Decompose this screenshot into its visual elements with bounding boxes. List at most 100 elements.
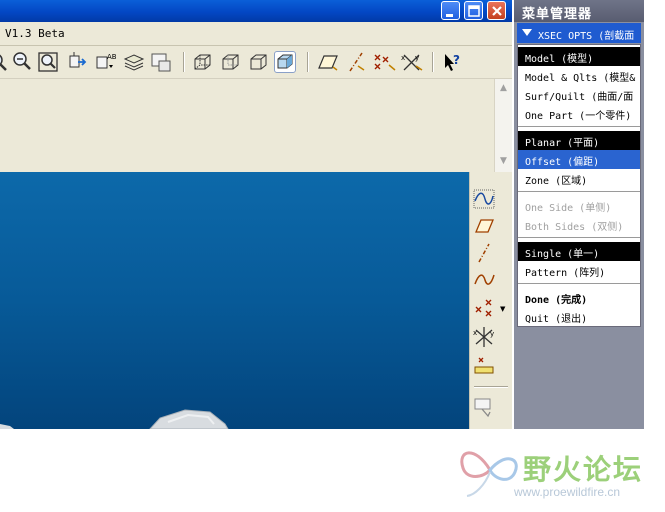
menu-item-model-qlts[interactable]: Model & Qlts (模型& xyxy=(518,66,640,85)
menu-item-one-part[interactable]: One Part (一个零件) xyxy=(518,104,640,123)
toolbar-separator xyxy=(183,52,185,72)
wireframe-icon xyxy=(194,54,211,70)
maximize-icon xyxy=(468,5,480,17)
svg-text:x: x xyxy=(473,329,477,337)
svg-text:y: y xyxy=(490,330,494,338)
menu-item-label: Planar (平面) xyxy=(525,138,600,149)
menu-item-pattern[interactable]: Pattern (阵列) xyxy=(518,261,640,280)
menu-manager-title: 菜单管理器 xyxy=(522,7,593,22)
menu-item-label: Offset (偏距) xyxy=(525,157,600,168)
reorient-button[interactable] xyxy=(66,51,88,73)
shading-icon xyxy=(277,54,293,69)
coordinate-systems-button[interactable]: xy xyxy=(400,51,423,73)
hidden-line-button[interactable] xyxy=(219,51,241,73)
menu-item-label: Single (单一) xyxy=(525,249,600,260)
collapse-triangle-icon[interactable] xyxy=(522,29,532,36)
reorient-icon xyxy=(69,52,87,68)
analysis-icon xyxy=(474,357,494,374)
menu-item-offset[interactable]: Offset (偏距) xyxy=(518,150,640,169)
main-window: V1.3 Beta AB x y ? ▲ ▼ ▼ x y xyxy=(0,0,512,429)
wireframe-button[interactable] xyxy=(191,51,213,73)
model-geometry xyxy=(0,409,229,429)
xsec-opts-label: XSEC OPTS (剖截面 xyxy=(538,31,635,42)
minimize-icon xyxy=(446,14,453,17)
datum-points-button[interactable] xyxy=(372,51,396,73)
watermark-title: 野火论坛 xyxy=(523,453,644,486)
svg-text:AB: AB xyxy=(107,53,116,61)
menu-item-label: Model & Qlts (模型& xyxy=(525,73,636,84)
menu-item-surf-quilt[interactable]: Surf/Quilt (曲面/面 xyxy=(518,85,640,104)
datum-planes-button[interactable] xyxy=(316,51,338,73)
top-toolbar: AB xy ? xyxy=(0,46,512,79)
chevron-down-icon[interactable]: ▼ xyxy=(500,305,505,313)
menu-manager-title-bar: 菜单管理器 xyxy=(514,0,644,22)
analysis-button[interactable] xyxy=(472,354,496,376)
scroll-up-icon[interactable]: ▲ xyxy=(497,82,510,94)
hidden-line-icon xyxy=(222,54,239,70)
datum-plane-icon xyxy=(475,219,494,233)
zoom-partial-icon xyxy=(0,54,7,71)
zoom-out-icon xyxy=(13,52,31,70)
minimize-button[interactable] xyxy=(441,1,460,20)
datum-planes-icon xyxy=(318,55,338,71)
version-bar: V1.3 Beta xyxy=(0,23,512,46)
maximize-button[interactable] xyxy=(464,1,483,20)
close-button[interactable] xyxy=(487,1,506,20)
datum-axes-icon xyxy=(349,52,365,72)
model-display-button[interactable] xyxy=(150,51,172,73)
graphics-viewport[interactable] xyxy=(0,172,469,429)
saved-views-button[interactable]: AB xyxy=(94,51,116,73)
shading-button[interactable] xyxy=(274,51,296,73)
menu-item-planar[interactable]: Planar (平面) xyxy=(518,131,640,150)
context-help-button[interactable]: ? xyxy=(441,51,463,73)
datum-curve-icon xyxy=(474,274,495,285)
menu-separator xyxy=(518,237,640,238)
right-toolbar: ▼ xy xyxy=(469,172,512,429)
menu-item-label: One Part (一个零件) xyxy=(525,111,632,122)
datum-point-button[interactable] xyxy=(472,297,496,319)
menu-manager-panel: 菜单管理器 XSEC OPTS (剖截面 Model (模型) Model & … xyxy=(514,0,644,429)
xsec-opts-header[interactable]: XSEC OPTS (剖截面 xyxy=(517,23,641,43)
saved-views-icon: AB xyxy=(96,53,116,69)
menu-item-one-side: One Side (单侧) xyxy=(518,196,640,215)
menu-item-single[interactable]: Single (单一) xyxy=(518,242,640,261)
zoom-fit-button[interactable] xyxy=(37,51,59,73)
annotation-button[interactable] xyxy=(472,396,496,418)
svg-text:x: x xyxy=(401,54,405,62)
sketch-curve-button[interactable] xyxy=(472,188,496,210)
datum-axes-button[interactable] xyxy=(345,51,367,73)
menu-separator xyxy=(518,283,640,284)
menu-item-label: Surf/Quilt (曲面/面 xyxy=(525,92,634,103)
menu-item-label: Both Sides (双侧) xyxy=(525,222,624,233)
menu-item-quit[interactable]: Quit (退出) xyxy=(518,307,640,326)
menu-item-model[interactable]: Model (模型) xyxy=(518,47,640,66)
version-label: V1.3 Beta xyxy=(5,27,65,40)
model-display-icon xyxy=(151,53,171,72)
message-area xyxy=(0,79,494,172)
zoom-out-button[interactable] xyxy=(11,51,33,73)
zoom-partial-button[interactable] xyxy=(0,51,10,73)
menu-item-done[interactable]: Done (完成) xyxy=(518,288,640,307)
coordinate-system-button[interactable]: xy xyxy=(472,326,496,348)
menu-item-both-sides: Both Sides (双侧) xyxy=(518,215,640,234)
message-scrollbar[interactable]: ▲ ▼ xyxy=(494,79,512,172)
zoom-fit-icon xyxy=(38,52,58,72)
menu-item-zone[interactable]: Zone (区域) xyxy=(518,169,640,188)
menu-item-label: Pattern (阵列) xyxy=(525,268,606,279)
menu-list: Model (模型) Model & Qlts (模型& Surf/Quilt … xyxy=(517,44,641,327)
sketch-curve-icon xyxy=(473,189,495,209)
toolbar-separator xyxy=(432,52,434,72)
datum-plane-button[interactable] xyxy=(472,215,496,237)
no-hidden-button[interactable] xyxy=(247,51,269,73)
datum-curve-button[interactable] xyxy=(472,269,496,291)
annotation-icon xyxy=(474,398,491,418)
scroll-down-icon[interactable]: ▼ xyxy=(497,155,510,167)
watermark-url: www.proewildfire.cn xyxy=(514,485,621,499)
menu-separator xyxy=(518,126,640,127)
svg-text:y: y xyxy=(415,54,419,62)
datum-axis-button[interactable] xyxy=(472,242,496,264)
title-bar xyxy=(0,0,512,22)
layers-icon xyxy=(123,54,145,71)
layers-button[interactable] xyxy=(123,51,145,73)
svg-text:?: ? xyxy=(453,53,460,67)
